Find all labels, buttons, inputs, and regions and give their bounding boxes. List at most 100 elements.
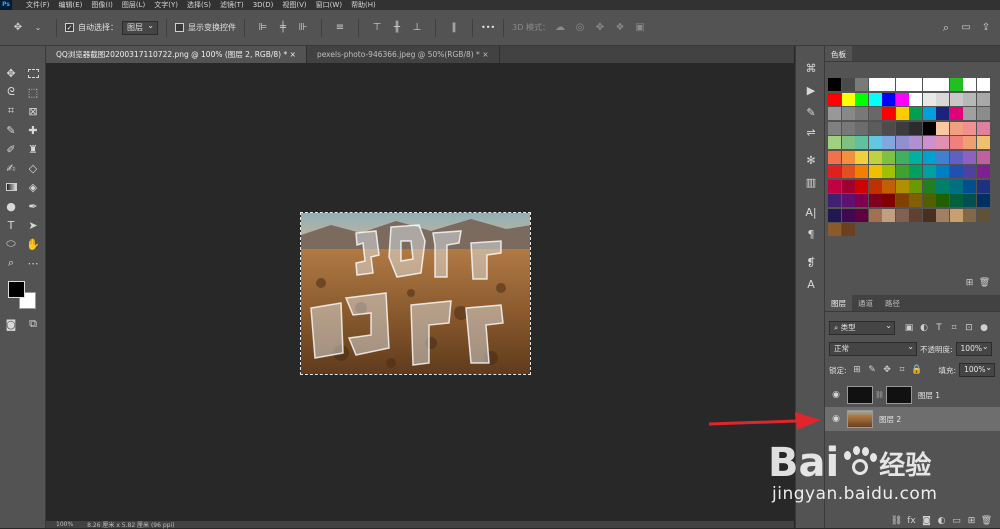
3d-scale-icon[interactable]: ▣ [634,22,646,34]
color-swatch[interactable] [882,165,895,178]
glyphs-icon[interactable]: ❡ [803,254,819,270]
align-bottom-icon[interactable]: ⊥ [411,22,423,34]
color-swatch[interactable] [976,208,990,222]
more-tools-icon[interactable]: ⋯ [25,255,41,271]
menu-type[interactable]: 文字(Y) [154,0,178,10]
align-right-icon[interactable]: ⊪ [297,22,309,34]
color-swatch[interactable] [868,121,882,135]
tab-paths[interactable]: 路径 [879,295,906,311]
color-swatch[interactable] [895,165,909,178]
blur-tool-icon[interactable]: ◈ [25,179,41,195]
color-swatch[interactable] [976,150,990,164]
color-swatch[interactable] [949,165,963,178]
color-swatch[interactable] [868,92,882,106]
lock-artboard-icon[interactable]: ⌗ [896,364,908,376]
character-icon[interactable]: A| [803,204,819,220]
zoom-tool-icon[interactable]: ⌕ [3,255,19,271]
tab-document-2[interactable]: pexels-photo-946366.jpeg @ 50%(RGB/8) * … [307,46,500,63]
3d-roll-icon[interactable]: ◎ [574,22,586,34]
color-swatch[interactable] [895,107,909,120]
3d-slide-icon[interactable]: ❖ [614,22,626,34]
color-swatch[interactable] [841,121,855,135]
close-icon[interactable]: × [482,50,488,59]
distribute-vertical-icon[interactable]: ‖ [448,22,460,34]
screen-mode-icon[interactable]: ⧉ [25,316,41,332]
color-swatch[interactable] [868,194,882,207]
delete-swatch-icon[interactable]: 🗑 [979,277,991,289]
healing-brush-tool-icon[interactable]: ✚ [25,122,41,138]
blend-mode-select[interactable]: 正常 [829,341,917,356]
color-swatch[interactable] [882,136,895,149]
color-swatch[interactable] [936,78,949,91]
color-swatch[interactable] [909,92,922,106]
color-swatch[interactable] [963,165,976,178]
hand-tool-icon[interactable]: ✋ [25,236,41,252]
filter-type-icon[interactable]: T [933,322,945,334]
gradient-tool-icon[interactable] [3,179,19,195]
move-tool-icon[interactable]: ✥ [3,65,19,81]
color-swatch[interactable] [922,194,936,207]
color-swatch[interactable] [855,150,868,164]
color-swatch[interactable] [922,208,936,222]
color-swatch[interactable] [936,107,949,120]
color-swatch[interactable] [922,121,936,135]
foreground-color-swatch-front[interactable] [8,281,25,298]
more-options-button[interactable]: ••• [481,23,495,32]
color-swatch[interactable] [882,208,895,222]
color-swatch[interactable] [855,92,868,106]
color-swatch[interactable] [855,121,868,135]
menu-help[interactable]: 帮助(H) [351,0,376,10]
color-swatch[interactable] [976,121,990,135]
filter-adjustment-icon[interactable]: ◐ [918,322,930,334]
lock-image-icon[interactable]: ✎ [866,364,878,376]
color-swatch[interactable] [855,136,868,149]
quick-mask-icon[interactable]: ◙ [3,316,19,332]
color-swatch[interactable] [936,208,949,222]
color-swatch[interactable] [976,107,990,120]
color-swatch[interactable] [868,107,882,120]
color-swatch[interactable] [976,194,990,207]
color-swatch[interactable] [841,136,855,149]
actions-play-icon[interactable]: ▶ [803,82,819,98]
color-swatch[interactable] [949,150,963,164]
color-swatch[interactable] [828,150,841,164]
color-swatch[interactable] [868,165,882,178]
lock-transparent-icon[interactable]: ⊞ [851,364,863,376]
clone-stamp-tool-icon[interactable]: ♜ [25,141,41,157]
color-swatch[interactable] [963,136,976,149]
color-swatch[interactable] [828,107,841,120]
new-swatch-icon[interactable]: ⊞ [964,277,976,289]
tab-channels[interactable]: 通道 [852,295,879,311]
dodge-tool-icon[interactable]: ● [3,198,19,214]
menu-3d[interactable]: 3D(D) [253,1,274,9]
quick-select-tool-icon[interactable]: ⬚ [25,84,41,100]
color-swatch[interactable] [949,208,963,222]
color-swatch[interactable] [841,194,855,207]
color-swatch[interactable] [922,179,936,193]
color-swatch[interactable] [909,194,922,207]
color-swatch[interactable] [855,194,868,207]
frame-tool-icon[interactable]: ⊠ [25,103,41,119]
layer-row[interactable]: ◉ ⛓ 图层 1 [825,383,1000,407]
opacity-input[interactable]: 100% [955,341,992,356]
color-swatch[interactable] [855,208,868,222]
share-icon[interactable]: ⇪ [980,22,992,34]
marquee-tool-icon[interactable] [25,65,41,81]
color-swatch[interactable] [868,179,882,193]
color-swatch[interactable] [828,223,841,236]
filter-shape-icon[interactable]: ⌗ [948,322,960,334]
color-swatch[interactable] [828,208,841,222]
color-swatch[interactable] [855,78,868,91]
color-swatch[interactable] [949,136,963,149]
tool-preset-chevron-icon[interactable]: ⌄ [32,22,44,34]
color-swatch[interactable] [936,194,949,207]
color-swatch[interactable] [841,150,855,164]
color-swatch[interactable] [882,78,895,91]
color-swatch[interactable] [882,179,895,193]
shape-tool-icon[interactable]: ⬭ [3,236,19,252]
color-swatch[interactable] [909,136,922,149]
search-icon[interactable]: ⌕ [940,21,952,34]
color-swatch[interactable] [895,179,909,193]
move-tool-icon[interactable]: ✥ [12,22,24,34]
filter-pixel-icon[interactable]: ▣ [903,322,915,334]
